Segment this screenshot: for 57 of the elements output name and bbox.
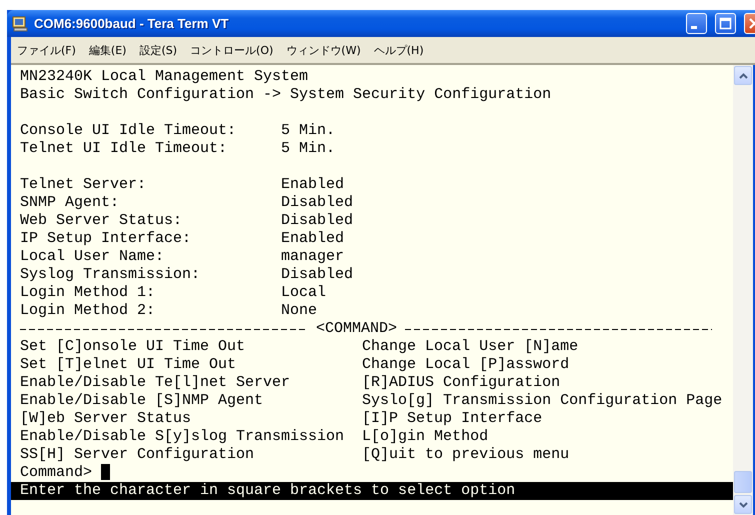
command-option: Change Local User [N]ame: [362, 338, 578, 356]
setting-label: Login Method 2:: [20, 302, 156, 320]
scroll-thumb[interactable]: [734, 471, 752, 493]
command-option: [I]P Setup Interface: [362, 410, 542, 428]
terminal-heading: Basic Switch Configuration -> System Security Configuration: [19, 86, 552, 104]
menu-item[interactable]: 設定(S): [139, 42, 178, 58]
scroll-down-button[interactable]: [734, 495, 752, 514]
command-option: SS[H] Server Configuration: [20, 446, 362, 464]
setting-label: IP Setup Interface:: [20, 230, 192, 248]
menu-item[interactable]: ファイル(F): [17, 42, 76, 58]
scroll-up-button[interactable]: [734, 66, 752, 85]
menu-item[interactable]: 編集(E): [88, 42, 126, 58]
menu-item[interactable]: コントロール(O): [190, 42, 274, 58]
command-prompt: Command>: [20, 464, 92, 482]
command-option: [R]ADIUS Configuration: [362, 374, 560, 392]
maximize-button[interactable]: [715, 13, 736, 34]
setting-value: None: [281, 302, 318, 320]
chevron-up-icon: [738, 72, 748, 78]
minimize-icon: [691, 26, 697, 28]
window-title: COM6:9600baud - Tera Term VT: [34, 16, 230, 31]
menu-item[interactable]: ウィンドウ(W): [286, 42, 361, 58]
setting-label: Console UI Idle Timeout:: [20, 122, 238, 140]
command-option: Set [C]onsole UI Time Out: [20, 338, 362, 356]
terminal-heading: MN23240K Local Management System: [19, 68, 310, 86]
command-option: L[o]gin Method: [362, 428, 488, 446]
terminal-app-icon: [12, 16, 28, 32]
setting-label: Login Method 1:: [20, 284, 156, 302]
command-option: Enable/Disable S[y]slog Transmission: [20, 428, 362, 446]
setting-label: SNMP Agent:: [20, 194, 120, 212]
setting-label: Local User Name:: [20, 248, 166, 266]
command-section-label: <COMMAND>: [316, 320, 398, 338]
command-option: [Q]uit to previous menu: [362, 446, 570, 464]
setting-value: Disabled: [281, 194, 354, 212]
command-option: Enable/Disable Te[l]net Server: [20, 374, 362, 392]
maximize-icon: [719, 17, 732, 30]
vertical-scrollbar[interactable]: [733, 65, 753, 515]
setting-label: Web Server Status:: [20, 212, 184, 230]
setting-value: Local: [281, 284, 326, 302]
minimize-button[interactable]: [686, 13, 707, 34]
setting-value: Enabled: [281, 176, 344, 194]
setting-label: Telnet Server:: [20, 176, 148, 194]
setting-label: Syslog Transmission:: [20, 266, 202, 284]
text-cursor: [101, 464, 110, 480]
chevron-down-icon: [738, 502, 748, 508]
setting-value: 5 Min.: [281, 122, 336, 140]
setting-value: 5 Min.: [281, 140, 336, 158]
command-option: Set [T]elnet UI Time Out: [20, 356, 362, 374]
setting-label: Telnet UI Idle Timeout:: [20, 140, 228, 158]
command-option: [W]eb Server Status: [20, 410, 362, 428]
setting-value: Disabled: [281, 266, 354, 284]
command-option: Change Local [P]assword: [362, 356, 570, 374]
setting-value: Disabled: [281, 212, 354, 230]
menu-item[interactable]: ヘルプ(H): [374, 42, 424, 58]
setting-value: manager: [281, 248, 344, 266]
command-option: Syslo[g] Transmission Configuration Page: [362, 392, 722, 410]
setting-value: Enabled: [281, 230, 344, 248]
command-option: Enable/Disable [S]NMP Agent: [20, 392, 362, 410]
